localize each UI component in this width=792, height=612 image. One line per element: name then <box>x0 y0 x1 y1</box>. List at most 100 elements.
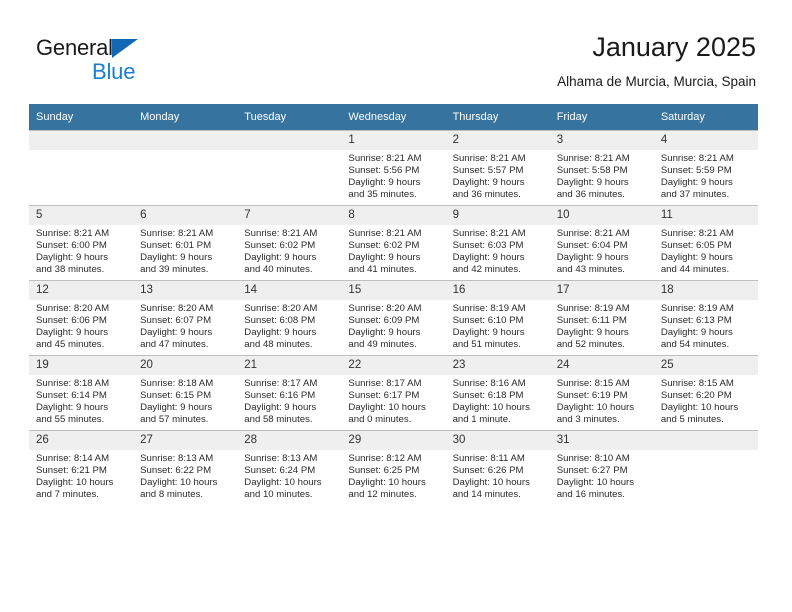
daylight-text-line2: and 7 minutes. <box>36 489 99 501</box>
sunset-text: Sunset: 6:01 PM <box>140 240 212 252</box>
calendar-day-cell[interactable]: 12 Sunrise: 8:20 AM Sunset: 6:06 PM Dayligh… <box>29 280 134 356</box>
day-sun-info: Sunrise: 8:18 AM Sunset: 6:15 PM Daylight:… <box>133 375 237 426</box>
calendar-day-cell[interactable]: 7 Sunrise: 8:21 AM Sunset: 6:02 PM Daylight… <box>237 205 342 281</box>
calendar-day-cell[interactable]: 14 Sunrise: 8:20 AM Sunset: 6:08 PM Dayligh… <box>237 280 342 356</box>
sunset-text: Sunset: 6:16 PM <box>244 390 316 402</box>
day-sun-info: Sunrise: 8:15 AM Sunset: 6:19 PM Daylight:… <box>550 375 654 426</box>
day-cell-content <box>653 431 758 505</box>
daylight-text-line2: and 35 minutes. <box>348 189 417 201</box>
daylight-text-line1: Daylight: 9 hours <box>140 327 213 339</box>
calendar-day-cell[interactable]: 24 Sunrise: 8:15 AM Sunset: 6:19 PM Dayligh… <box>549 355 654 431</box>
day-number: 18 <box>653 281 758 300</box>
calendar-week-row: 1 Sunrise: 8:21 AM Sunset: 5:56 PM Daylight… <box>29 130 758 206</box>
day-cell-content: 16 Sunrise: 8:19 AM Sunset: 6:10 PM Dayligh… <box>445 281 550 355</box>
calendar-day-cell[interactable]: 13 Sunrise: 8:20 AM Sunset: 6:07 PM Dayligh… <box>133 280 238 356</box>
daylight-text-line1: Daylight: 9 hours <box>244 327 317 339</box>
day-sun-info: Sunrise: 8:13 AM Sunset: 6:24 PM Daylight:… <box>237 450 341 501</box>
calendar-day-cell[interactable]: 11 Sunrise: 8:21 AM Sunset: 6:05 PM Dayligh… <box>653 205 758 281</box>
day-number: 16 <box>445 281 550 300</box>
calendar-day-cell[interactable]: 21 Sunrise: 8:17 AM Sunset: 6:16 PM Dayligh… <box>237 355 342 431</box>
day-number <box>133 131 238 150</box>
daylight-text-line1: Daylight: 9 hours <box>244 252 317 264</box>
calendar-day-cell[interactable]: 23 Sunrise: 8:16 AM Sunset: 6:18 PM Dayligh… <box>445 355 550 431</box>
page-subtitle: Alhama de Murcia, Murcia, Spain <box>557 74 756 89</box>
general-blue-logo[interactable]: General Blue <box>36 36 236 84</box>
calendar-body: 1 Sunrise: 8:21 AM Sunset: 5:56 PM Daylight… <box>29 130 758 505</box>
calendar-day-cell-empty <box>237 130 342 206</box>
daylight-text-line2: and 57 minutes. <box>140 414 209 426</box>
calendar-day-cell[interactable]: 18 Sunrise: 8:19 AM Sunset: 6:13 PM Dayligh… <box>653 280 758 356</box>
sunrise-text: Sunrise: 8:20 AM <box>348 303 422 314</box>
day-number: 26 <box>29 431 134 450</box>
calendar-day-cell[interactable]: 9 Sunrise: 8:21 AM Sunset: 6:03 PM Daylight… <box>445 205 550 281</box>
day-sun-info: Sunrise: 8:20 AM Sunset: 6:08 PM Daylight:… <box>237 300 341 351</box>
weekday-header-sunday: Sunday <box>29 104 134 131</box>
sunset-text: Sunset: 6:25 PM <box>348 465 420 477</box>
calendar-day-cell[interactable]: 27 Sunrise: 8:13 AM Sunset: 6:22 PM Dayligh… <box>133 430 238 505</box>
daylight-text-line1: Daylight: 9 hours <box>244 402 317 414</box>
day-cell-content: 18 Sunrise: 8:19 AM Sunset: 6:13 PM Dayligh… <box>653 281 758 355</box>
day-cell-content: 11 Sunrise: 8:21 AM Sunset: 6:05 PM Dayligh… <box>653 206 758 280</box>
daylight-text-line2: and 58 minutes. <box>244 414 313 426</box>
calendar-day-cell[interactable]: 22 Sunrise: 8:17 AM Sunset: 6:17 PM Dayligh… <box>341 355 446 431</box>
calendar-day-cell[interactable]: 29 Sunrise: 8:12 AM Sunset: 6:25 PM Dayligh… <box>341 430 446 505</box>
day-number: 31 <box>549 431 654 450</box>
calendar-day-cell[interactable]: 20 Sunrise: 8:18 AM Sunset: 6:15 PM Dayligh… <box>133 355 238 431</box>
calendar-day-cell[interactable]: 15 Sunrise: 8:20 AM Sunset: 6:09 PM Dayligh… <box>341 280 446 356</box>
calendar-page: General Blue January 2025 Alhama de Murc… <box>0 0 792 612</box>
daylight-text-line1: Daylight: 9 hours <box>36 252 108 264</box>
calendar-day-cell[interactable]: 19 Sunrise: 8:18 AM Sunset: 6:14 PM Dayligh… <box>29 355 134 431</box>
calendar-day-cell[interactable]: 4 Sunrise: 8:21 AM Sunset: 5:59 PM Daylight… <box>653 130 758 206</box>
calendar-day-cell[interactable]: 30 Sunrise: 8:11 AM Sunset: 6:26 PM Dayligh… <box>445 430 550 505</box>
sunset-text: Sunset: 6:05 PM <box>660 240 732 252</box>
day-number: 11 <box>653 206 758 225</box>
calendar-day-cell[interactable]: 3 Sunrise: 8:21 AM Sunset: 5:58 PM Daylight… <box>549 130 654 206</box>
daylight-text-line2: and 36 minutes. <box>556 189 625 201</box>
day-sun-info: Sunrise: 8:21 AM Sunset: 5:56 PM Daylight:… <box>341 150 445 201</box>
daylight-text-line1: Daylight: 9 hours <box>36 402 108 414</box>
day-cell-content: 20 Sunrise: 8:18 AM Sunset: 6:15 PM Dayligh… <box>133 356 238 430</box>
sunrise-text: Sunrise: 8:12 AM <box>348 453 422 464</box>
calendar-day-cell[interactable]: 2 Sunrise: 8:21 AM Sunset: 5:57 PM Daylight… <box>445 130 550 206</box>
daylight-text-line1: Daylight: 10 hours <box>452 402 530 414</box>
daylight-text-line2: and 42 minutes. <box>452 264 521 276</box>
day-number: 17 <box>549 281 654 300</box>
calendar-day-cell[interactable]: 10 Sunrise: 8:21 AM Sunset: 6:04 PM Dayligh… <box>549 205 654 281</box>
day-cell-content: 14 Sunrise: 8:20 AM Sunset: 6:08 PM Dayligh… <box>237 281 342 355</box>
sunset-text: Sunset: 6:08 PM <box>244 315 316 327</box>
day-number: 23 <box>445 356 550 375</box>
day-number: 15 <box>341 281 446 300</box>
calendar-day-cell[interactable]: 1 Sunrise: 8:21 AM Sunset: 5:56 PM Daylight… <box>341 130 446 206</box>
day-number: 20 <box>133 356 238 375</box>
daylight-text-line1: Daylight: 10 hours <box>348 402 426 414</box>
weekday-header-saturday: Saturday <box>653 104 758 131</box>
daylight-text-line2: and 43 minutes. <box>556 264 625 276</box>
calendar-week-row: 19 Sunrise: 8:18 AM Sunset: 6:14 PM Dayligh… <box>29 355 758 431</box>
weekday-header-thursday: Thursday <box>445 104 550 131</box>
calendar-day-cell[interactable]: 5 Sunrise: 8:21 AM Sunset: 6:00 PM Daylight… <box>29 205 134 281</box>
sunrise-text: Sunrise: 8:14 AM <box>36 453 110 464</box>
day-sun-info: Sunrise: 8:21 AM Sunset: 6:03 PM Daylight:… <box>446 225 550 276</box>
calendar-day-cell[interactable]: 16 Sunrise: 8:19 AM Sunset: 6:10 PM Dayligh… <box>445 280 550 356</box>
day-cell-content: 15 Sunrise: 8:20 AM Sunset: 6:09 PM Dayligh… <box>341 281 446 355</box>
calendar-day-cell[interactable]: 8 Sunrise: 8:21 AM Sunset: 6:02 PM Daylight… <box>341 205 446 281</box>
day-sun-info: Sunrise: 8:20 AM Sunset: 6:07 PM Daylight:… <box>133 300 237 351</box>
day-sun-info: Sunrise: 8:16 AM Sunset: 6:18 PM Daylight:… <box>446 375 550 426</box>
day-number: 24 <box>549 356 654 375</box>
sunset-text: Sunset: 6:27 PM <box>556 465 628 477</box>
day-number: 1 <box>341 131 446 150</box>
calendar-day-cell[interactable]: 25 Sunrise: 8:15 AM Sunset: 6:20 PM Dayligh… <box>653 355 758 431</box>
calendar-day-cell[interactable]: 31 Sunrise: 8:10 AM Sunset: 6:27 PM Dayligh… <box>549 430 654 505</box>
daylight-text-line2: and 54 minutes. <box>660 339 730 351</box>
sunrise-text: Sunrise: 8:18 AM <box>140 378 214 389</box>
calendar-day-cell[interactable]: 6 Sunrise: 8:21 AM Sunset: 6:01 PM Daylight… <box>133 205 238 281</box>
calendar-day-cell[interactable]: 17 Sunrise: 8:19 AM Sunset: 6:11 PM Dayligh… <box>549 280 654 356</box>
sunrise-text: Sunrise: 8:15 AM <box>660 378 734 389</box>
day-sun-info: Sunrise: 8:21 AM Sunset: 6:00 PM Daylight:… <box>29 225 133 276</box>
sunrise-text: Sunrise: 8:11 AM <box>452 453 525 464</box>
sunset-text: Sunset: 6:09 PM <box>348 315 420 327</box>
weekday-header-tuesday: Tuesday <box>237 104 342 131</box>
sunset-text: Sunset: 6:13 PM <box>660 315 732 327</box>
calendar-day-cell[interactable]: 28 Sunrise: 8:13 AM Sunset: 6:24 PM Dayligh… <box>237 430 342 505</box>
calendar-day-cell[interactable]: 26 Sunrise: 8:14 AM Sunset: 6:21 PM Dayligh… <box>29 430 134 505</box>
